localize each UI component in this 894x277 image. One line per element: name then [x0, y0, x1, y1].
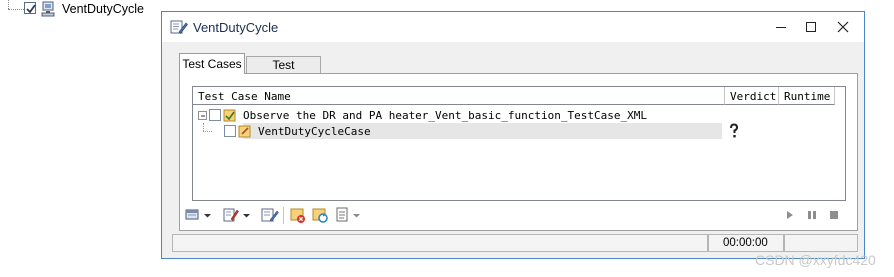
tree-checkbox[interactable]	[24, 2, 36, 14]
stop-button[interactable]	[827, 205, 841, 225]
report-button[interactable]	[335, 205, 349, 225]
window-title: VentDutyCycle	[193, 20, 279, 35]
maximize-icon	[806, 22, 816, 32]
dropdown-arrow-icon	[243, 214, 250, 218]
minimize-button[interactable]	[766, 12, 796, 42]
pause-icon	[808, 211, 816, 219]
tree-connector	[203, 123, 204, 131]
test-case-icon	[238, 124, 252, 138]
close-icon	[837, 21, 849, 33]
refresh-button[interactable]	[311, 205, 329, 225]
tab-test-cases[interactable]: Test Cases	[179, 53, 245, 74]
stop-icon	[830, 211, 838, 219]
computer-icon	[40, 1, 56, 17]
table-row[interactable]: Observe the DR and PA heater_Vent_basic_…	[193, 107, 845, 123]
column-header-label: Test Case Name	[198, 90, 291, 103]
configure-button[interactable]	[261, 205, 279, 225]
collapse-icon[interactable]	[198, 111, 207, 120]
dropdown-arrow-icon	[353, 214, 360, 218]
row-checkbox[interactable]	[209, 109, 221, 121]
edit-button[interactable]	[223, 205, 239, 225]
edit-icon	[223, 208, 239, 222]
column-header-label: Verdict	[730, 90, 777, 103]
row-checkbox[interactable]	[224, 125, 236, 137]
elapsed-time: 00:00:00	[723, 237, 768, 249]
delete-button[interactable]	[289, 205, 307, 225]
delete-icon	[290, 208, 305, 223]
column-header-runtime[interactable]: Runtime	[779, 87, 835, 105]
test-case-name: VentDutyCycleCase	[258, 125, 371, 138]
status-message	[172, 234, 708, 252]
status-time: 00:00:00	[708, 234, 784, 252]
configure-icon	[261, 208, 279, 222]
title-bar[interactable]: VentDutyCycle	[162, 12, 864, 42]
column-header-label: Runtime	[784, 90, 831, 103]
watermark: CSDN @xxyfdc420	[755, 252, 876, 268]
test-case-list[interactable]: Test Case Name Verdict Runtime Observe t…	[192, 86, 846, 201]
report-dropdown[interactable]	[351, 205, 363, 225]
tree-connector	[8, 0, 9, 9]
tree-item-ventdutycycle[interactable]: VentDutyCycle	[4, 0, 164, 18]
open-file-dropdown[interactable]	[202, 205, 214, 225]
report-icon	[336, 207, 348, 222]
minimize-icon	[776, 27, 786, 28]
edit-window-icon	[170, 18, 188, 36]
table-row[interactable]: VentDutyCycleCase	[193, 123, 845, 139]
column-header-verdict[interactable]: Verdict	[725, 87, 779, 105]
play-icon	[787, 211, 793, 219]
tree-item-label: VentDutyCycle	[62, 2, 144, 16]
test-window: VentDutyCycle Test Cases Test Observer T…	[161, 11, 865, 259]
column-header-name[interactable]: Test Case Name	[193, 87, 725, 105]
toolbar-separator	[283, 207, 284, 224]
maximize-button[interactable]	[796, 12, 826, 42]
tab-label: Test Cases	[182, 57, 242, 71]
edit-dropdown[interactable]	[241, 205, 253, 225]
pause-button[interactable]	[805, 205, 819, 225]
tree-connector	[203, 131, 212, 132]
tree-connector	[8, 9, 24, 10]
status-extra	[784, 234, 858, 252]
play-button[interactable]	[783, 205, 797, 225]
test-case-name: Observe the DR and PA heater_Vent_basic_…	[243, 109, 647, 122]
refresh-icon	[312, 208, 328, 223]
open-file-button[interactable]	[184, 205, 200, 225]
tab-test-observer[interactable]: Test Observer	[246, 56, 321, 86]
dropdown-arrow-icon	[204, 214, 211, 218]
close-button[interactable]	[828, 12, 858, 42]
status-bar: 00:00:00	[172, 234, 858, 252]
toolbar	[179, 205, 858, 229]
open-file-icon	[185, 209, 199, 220]
test-folder-icon	[223, 108, 237, 122]
question-icon	[728, 123, 740, 139]
